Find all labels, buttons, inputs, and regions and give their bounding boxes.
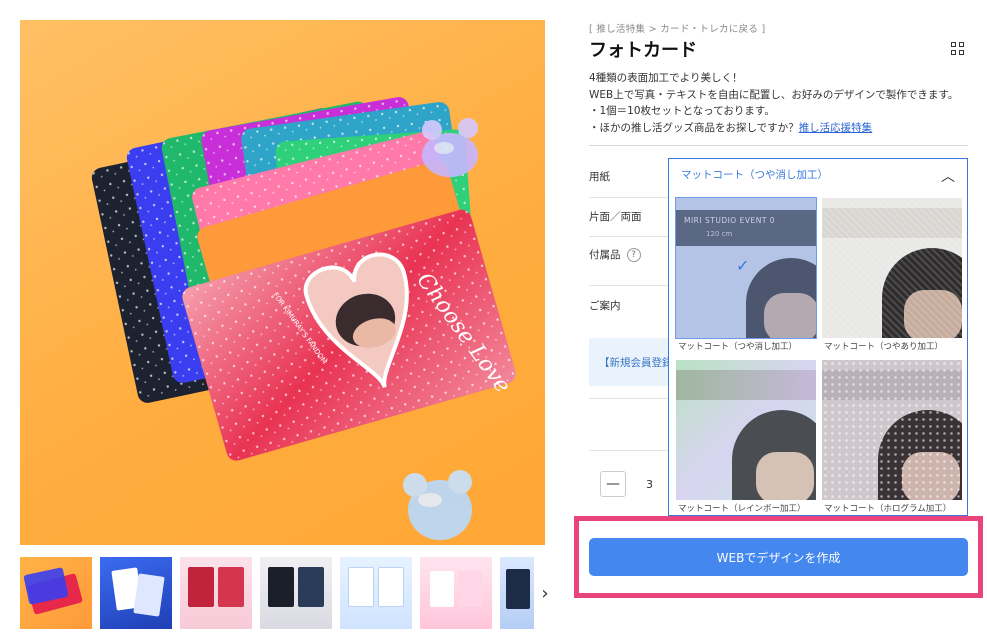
paper-option-label: マットコート（つやあり加工） [824, 342, 944, 352]
chevron-up-icon: ︿ [941, 169, 955, 185]
main-product-photo: Choose Love FOR KIMURAY'S FANDOM [20, 20, 545, 545]
thumbnail-7[interactable] [500, 557, 534, 629]
paper-select[interactable]: マットコート（つや消し加工） ︿ [668, 158, 968, 191]
quantity-value: 3 [646, 478, 653, 491]
swatch-matte: MIRI STUDIO EVENT 0 120 cm ✓ [675, 197, 817, 339]
swatch-glossy [822, 198, 962, 338]
help-icon[interactable]: ? [626, 248, 641, 262]
bear-gummy-bottom [403, 470, 472, 540]
paper-option-matte[interactable]: MIRI STUDIO EVENT 0 120 cm ✓ マットコート（つや消し… [675, 197, 817, 353]
grid-view-icon[interactable] [951, 42, 965, 56]
desc-line-3: ・1個＝10枚セットとなっております。 [589, 105, 775, 117]
create-design-button[interactable]: WEBでデザインを作成 [589, 538, 968, 576]
row-divider [589, 398, 669, 399]
photocards-illustration: Choose Love FOR KIMURAY'S FANDOM [91, 97, 516, 540]
page-title: フォトカード [589, 40, 697, 61]
thumbnail-strip: › [20, 557, 557, 629]
notice-text: 【新規会員登録 [599, 356, 673, 369]
thumbnail-next-button[interactable]: › [534, 579, 556, 607]
thumbnail-6[interactable] [420, 557, 492, 629]
paper-option-label: マットコート（レインボー加工） [678, 504, 806, 514]
accessories-label: 付属品 [589, 249, 621, 261]
paper-option-label: マットコート（つや消し加工） [678, 342, 798, 352]
minus-icon: — [606, 476, 620, 492]
paper-dropdown: MIRI STUDIO EVENT 0 120 cm ✓ マットコート（つや消し… [668, 190, 968, 516]
thumbnail-5[interactable] [340, 557, 412, 629]
product-description: 4種類の表面加工でより美しく！ WEB上で写真・テキストを自由に配置し、お好みの… [589, 70, 969, 136]
desc-line-4: ・ほかの推し活グッズ商品をお探しですか？推し活応援特集 [589, 120, 969, 137]
chevron-right-icon: › [541, 582, 549, 604]
paper-option-hologram[interactable]: マットコート（ホログラム加工） [822, 360, 962, 515]
row-divider [589, 197, 669, 198]
paper-option-label: マットコート（ホログラム加工） [824, 504, 952, 514]
swatch-hologram [822, 360, 962, 500]
swatch-rainbow [676, 360, 816, 500]
thumbnail-2[interactable] [100, 557, 172, 629]
thumbnail-3[interactable] [180, 557, 252, 629]
row-divider [589, 285, 669, 286]
check-icon: ✓ [736, 256, 750, 275]
paper-option-glossy[interactable]: マットコート（つやあり加工） [822, 198, 962, 353]
paper-option-rainbow[interactable]: マットコート（レインボー加工） [676, 360, 816, 515]
desc-line-1: 4種類の表面加工でより美しく！ [589, 72, 743, 84]
sides-label: 片面／両面 [589, 211, 642, 223]
thumbnail-4[interactable] [260, 557, 332, 629]
paper-select-value: マットコート（つや消し加工） [681, 169, 828, 181]
row-divider [589, 450, 669, 451]
signup-notice[interactable]: 【新規会員登録 [589, 338, 679, 386]
promo-link[interactable]: 推し活応援特集 [799, 122, 873, 134]
promo-prefix: ・ほかの推し活グッズ商品をお探しですか？ [589, 121, 799, 134]
paper-label: 用紙 [589, 171, 610, 183]
desc-line-2: WEB上で写真・テキストを自由に配置し、お好みのデザインで製作できます。 [589, 88, 959, 101]
row-divider [589, 236, 669, 237]
breadcrumb[interactable]: [ 推し活特集 > カード・トレカに戻る ] [589, 21, 766, 35]
divider [589, 145, 968, 146]
info-label: ご案内 [589, 300, 621, 312]
accessories-row: 付属品? [589, 247, 641, 262]
quantity-decrease-button[interactable]: — [600, 471, 626, 497]
thumbnail-1[interactable] [20, 557, 92, 629]
